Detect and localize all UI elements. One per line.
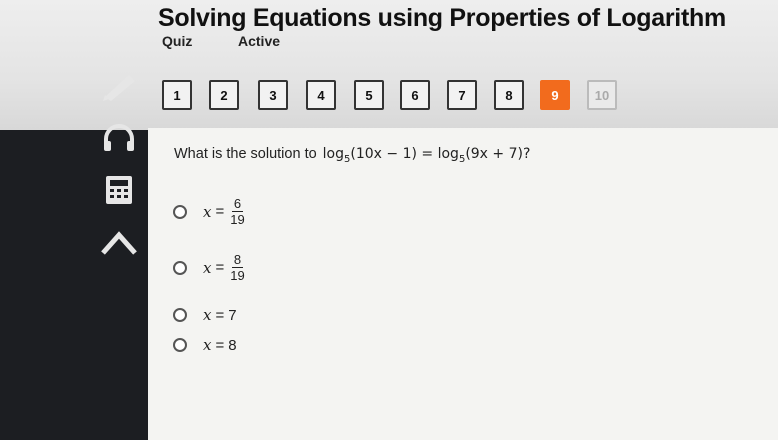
option-operator: = (215, 203, 225, 220)
pencil-tool-button[interactable] (95, 66, 143, 106)
fraction-denominator: 19 (230, 212, 245, 227)
question-button-8[interactable]: 8 (494, 80, 524, 110)
scroll-up-tool-button[interactable] (95, 222, 143, 262)
answer-option-1[interactable]: x = 6 19 (173, 196, 245, 227)
option-variable: x (203, 258, 212, 277)
question-text: What is the solution to (174, 146, 317, 162)
option-variable: x (203, 202, 212, 221)
log-rhs: log (437, 146, 459, 162)
question-button-2[interactable]: 2 (209, 80, 239, 110)
question-button-3[interactable]: 3 (258, 80, 288, 110)
calculator-icon (106, 176, 132, 204)
option-value: 7 (228, 306, 237, 324)
question-equation: log5(10x − 1) = log5(9x + 7)? (323, 146, 531, 165)
headphones-icon (104, 124, 134, 151)
question-panel (148, 128, 778, 440)
fraction-numerator: 6 (231, 196, 244, 212)
answer-option-4[interactable]: x = 8 (173, 336, 237, 354)
calculator-tool-button[interactable] (95, 170, 143, 210)
radio-button[interactable] (173, 338, 187, 352)
question-button-10[interactable]: 10 (587, 80, 617, 110)
status-label: Active (238, 33, 281, 49)
fraction-denominator: 19 (230, 268, 245, 283)
audio-tool-button[interactable] (95, 118, 143, 158)
option-operator: = (215, 306, 225, 324)
answer-option-2[interactable]: x = 8 19 (173, 252, 245, 283)
page-title: Solving Equations using Properties of Lo… (158, 4, 726, 32)
radio-button[interactable] (173, 260, 187, 275)
pencil-icon (103, 75, 135, 101)
question-button-4[interactable]: 4 (306, 80, 336, 110)
quiz-header: Solving Equations using Properties of Lo… (0, 0, 778, 130)
question-button-9[interactable]: 9 (540, 80, 570, 110)
arrow-up-icon (101, 231, 137, 255)
log-lhs: log (322, 146, 345, 162)
option-operator: = (215, 259, 225, 276)
radio-button[interactable] (173, 204, 187, 219)
option-fraction: 8 19 (230, 252, 244, 283)
question-button-6[interactable]: 6 (400, 80, 430, 110)
radio-button[interactable] (173, 308, 187, 322)
log-lhs-arg: (10x − 1) = (350, 146, 438, 162)
question-button-5[interactable]: 5 (354, 80, 384, 110)
question-button-7[interactable]: 7 (447, 80, 477, 110)
quiz-label: Quiz (162, 33, 193, 49)
option-variable: x (203, 306, 212, 324)
option-operator: = (215, 336, 225, 354)
fraction-numerator: 8 (231, 252, 244, 268)
option-variable: x (203, 336, 212, 354)
option-value: 8 (228, 336, 237, 354)
question-prompt: What is the solution to log5(10x − 1) = … (174, 146, 530, 165)
answer-option-3[interactable]: x = 7 (173, 306, 237, 324)
log-rhs-arg: (9x + 7)? (465, 146, 531, 162)
question-button-1[interactable]: 1 (162, 80, 192, 110)
option-fraction: 6 19 (230, 196, 244, 227)
